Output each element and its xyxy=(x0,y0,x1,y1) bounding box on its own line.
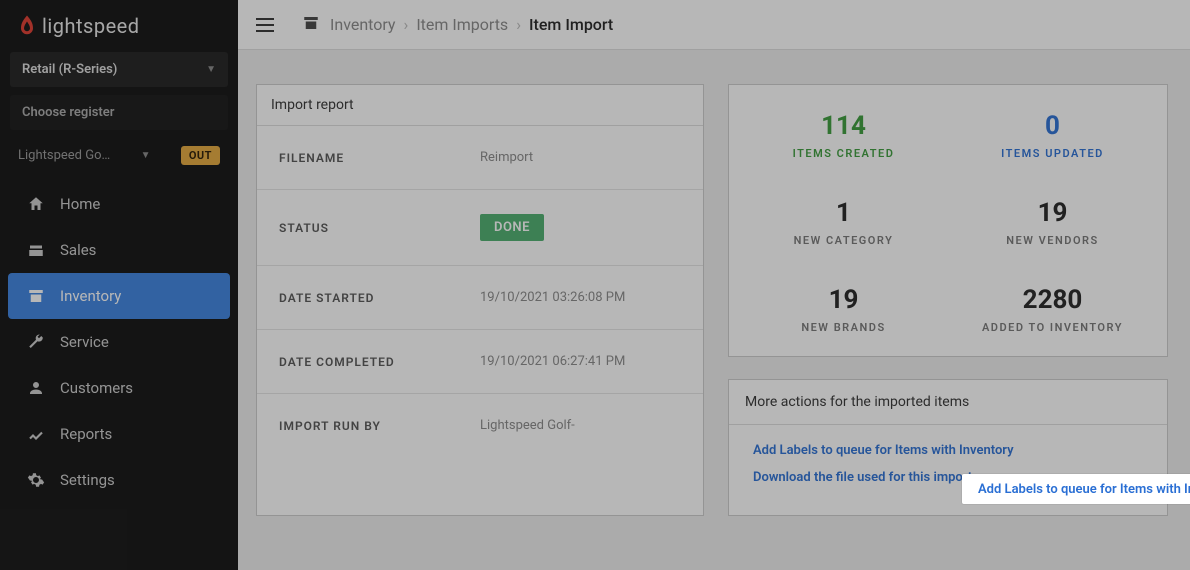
caret-down-icon[interactable]: ▼ xyxy=(141,150,151,161)
stat-value: 19 xyxy=(948,198,1157,228)
value: 19/10/2021 03:26:08 PM xyxy=(480,290,625,305)
archive-icon xyxy=(302,14,320,36)
value: Lightspeed Golf- xyxy=(480,418,575,433)
stat-label: ITEMS UPDATED xyxy=(948,147,1157,160)
product-selector-label: Retail (R-Series) xyxy=(22,62,117,77)
nav-label: Home xyxy=(60,195,100,213)
chevron-right-icon: › xyxy=(516,15,521,34)
right-column: 114 ITEMS CREATED 0 ITEMS UPDATED 1 NEW … xyxy=(728,84,1168,516)
logo: lightspeed xyxy=(0,0,238,52)
home-icon xyxy=(26,194,46,214)
wrench-icon xyxy=(26,332,46,352)
stats-panel: 114 ITEMS CREATED 0 ITEMS UPDATED 1 NEW … xyxy=(728,84,1168,357)
stat-label: NEW BRANDS xyxy=(739,321,948,334)
label: DATE STARTED xyxy=(279,291,480,305)
row-date-started: DATE STARTED 19/10/2021 03:26:08 PM xyxy=(257,266,703,330)
out-badge[interactable]: OUT xyxy=(181,146,220,165)
store-row: Lightspeed Go… ▼ OUT xyxy=(0,138,238,179)
row-status: STATUS DONE xyxy=(257,190,703,266)
topbar: Inventory › Item Imports › Item Import xyxy=(238,0,1190,50)
import-report-panel: Import report FILENAME Reimport STATUS D… xyxy=(256,84,704,516)
label: FILENAME xyxy=(279,151,480,165)
crumb-imports[interactable]: Item Imports xyxy=(416,15,508,34)
stat-label: NEW CATEGORY xyxy=(739,234,948,247)
logo-text: lightspeed xyxy=(42,14,140,38)
nav-label: Service xyxy=(60,333,109,351)
stat-new-category: 1 NEW CATEGORY xyxy=(739,198,948,247)
label: IMPORT RUN BY xyxy=(279,419,480,433)
nav-label: Reports xyxy=(60,425,112,443)
store-name: Lightspeed Go… xyxy=(18,148,110,163)
highlight-text: Add Labels to queue for Items with Inven… xyxy=(978,482,1190,497)
nav-reports[interactable]: Reports xyxy=(8,411,230,457)
label: DATE COMPLETED xyxy=(279,355,480,369)
menu-icon[interactable] xyxy=(256,18,274,32)
nav-label: Sales xyxy=(60,241,96,259)
nav-sales[interactable]: Sales xyxy=(8,227,230,273)
label: STATUS xyxy=(279,221,480,235)
stat-value: 1 xyxy=(739,198,948,228)
crumb-current: Item Import xyxy=(529,15,613,34)
chevron-right-icon: › xyxy=(404,15,409,34)
product-selector[interactable]: Retail (R-Series) ▼ xyxy=(10,52,228,87)
value: Reimport xyxy=(480,150,533,165)
actions-title: More actions for the imported items xyxy=(729,380,1167,425)
stat-items-created: 114 ITEMS CREATED xyxy=(739,111,948,160)
stat-label: NEW VENDORS xyxy=(948,234,1157,247)
highlight-add-labels[interactable]: Add Labels to queue for Items with Inven… xyxy=(962,474,1190,504)
chart-icon xyxy=(26,424,46,444)
nav-inventory[interactable]: Inventory xyxy=(8,273,230,319)
status-badge: DONE xyxy=(480,214,544,241)
stat-items-updated: 0 ITEMS UPDATED xyxy=(948,111,1157,160)
nav: Home Sales Inventory Service Customers R… xyxy=(0,181,238,503)
nav-service[interactable]: Service xyxy=(8,319,230,365)
sidebar: lightspeed Retail (R-Series) ▼ Choose re… xyxy=(0,0,238,570)
nav-customers[interactable]: Customers xyxy=(8,365,230,411)
stat-value: 0 xyxy=(948,111,1157,141)
add-labels-link[interactable]: Add Labels to queue for Items with Inven… xyxy=(753,443,1143,458)
row-filename: FILENAME Reimport xyxy=(257,126,703,190)
nav-label: Customers xyxy=(60,379,133,397)
user-icon xyxy=(26,378,46,398)
breadcrumb: Inventory › Item Imports › Item Import xyxy=(330,15,613,34)
nav-label: Settings xyxy=(60,471,115,489)
stat-value: 19 xyxy=(739,285,948,315)
stat-value: 114 xyxy=(739,111,948,141)
row-date-completed: DATE COMPLETED 19/10/2021 06:27:41 PM xyxy=(257,330,703,394)
stat-label: ITEMS CREATED xyxy=(739,147,948,160)
choose-register-label: Choose register xyxy=(22,105,114,120)
archive-icon xyxy=(26,286,46,306)
register-icon xyxy=(26,240,46,260)
nav-label: Inventory xyxy=(60,287,121,305)
stat-label: ADDED TO INVENTORY xyxy=(948,321,1157,334)
row-run-by: IMPORT RUN BY Lightspeed Golf- xyxy=(257,394,703,457)
flame-icon xyxy=(18,15,36,37)
panel-title: Import report xyxy=(257,85,703,126)
nav-home[interactable]: Home xyxy=(8,181,230,227)
caret-down-icon: ▼ xyxy=(206,64,216,75)
gear-icon xyxy=(26,470,46,490)
stat-value: 2280 xyxy=(948,285,1157,315)
stat-new-brands: 19 NEW BRANDS xyxy=(739,285,948,334)
stat-added-inventory: 2280 ADDED TO INVENTORY xyxy=(948,285,1157,334)
nav-settings[interactable]: Settings xyxy=(8,457,230,503)
stat-new-vendors: 19 NEW VENDORS xyxy=(948,198,1157,247)
value: 19/10/2021 06:27:41 PM xyxy=(480,354,625,369)
crumb-inventory[interactable]: Inventory xyxy=(330,15,396,34)
choose-register[interactable]: Choose register xyxy=(10,95,228,130)
